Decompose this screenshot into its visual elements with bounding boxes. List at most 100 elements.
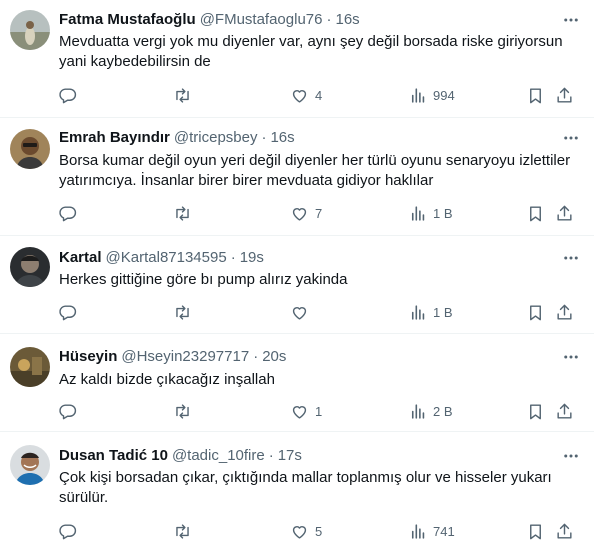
timestamp[interactable]: 20s — [262, 348, 286, 365]
reply-icon — [59, 205, 77, 221]
bookmark-button[interactable] — [526, 516, 545, 546]
views-button[interactable]: 994 — [408, 80, 455, 110]
view-count: 1 B — [433, 205, 453, 221]
bookmark-button[interactable] — [526, 198, 545, 228]
avatar[interactable] — [10, 129, 50, 169]
reply-button[interactable] — [58, 297, 77, 327]
views-icon — [411, 523, 425, 539]
retweet-button[interactable] — [173, 198, 192, 228]
tweet-actions: 1 B — [52, 297, 587, 327]
tweet[interactable]: Emrah Bayındır @tricepsbey · 16s Borsa k… — [0, 119, 594, 236]
tweet-actions: 7 1 B — [52, 198, 587, 228]
like-button[interactable]: 7 — [290, 198, 322, 228]
like-count: 7 — [315, 205, 323, 221]
retweet-button[interactable] — [173, 396, 192, 426]
heart-icon — [292, 89, 307, 103]
share-button[interactable] — [555, 80, 574, 110]
views-button[interactable]: 1 B — [408, 198, 453, 228]
retweet-button[interactable] — [173, 297, 192, 327]
heart-icon — [292, 525, 307, 539]
display-name[interactable]: Fatma Mustafaoğlu — [59, 11, 196, 28]
more-icon[interactable] — [562, 249, 580, 267]
views-icon — [411, 304, 425, 320]
retweet-icon — [176, 523, 189, 539]
like-button[interactable]: 5 — [290, 516, 322, 546]
avatar[interactable] — [10, 347, 50, 387]
more-icon[interactable] — [562, 348, 580, 366]
views-button[interactable]: 2 B — [408, 396, 453, 426]
user-handle[interactable]: @tricepsbey — [174, 129, 258, 146]
tweet-actions: 5 741 — [52, 516, 587, 546]
share-icon — [557, 403, 572, 419]
bookmark-button[interactable] — [526, 396, 545, 426]
bookmark-icon — [530, 205, 541, 221]
more-icon[interactable] — [562, 11, 580, 29]
tweet-actions: 1 2 B — [52, 396, 587, 426]
avatar[interactable] — [10, 247, 50, 287]
reply-button[interactable] — [58, 80, 77, 110]
avatar[interactable] — [10, 445, 50, 485]
retweet-button[interactable] — [173, 80, 192, 110]
share-button[interactable] — [555, 516, 574, 546]
share-button[interactable] — [555, 396, 574, 426]
user-handle[interactable]: @tadic_10fire — [172, 447, 265, 464]
tweet-feed: Fatma Mustafaoğlu @FMustafaoglu76 · 16s … — [0, 0, 607, 546]
like-count: 4 — [315, 87, 323, 103]
reply-icon — [59, 523, 77, 539]
tweet[interactable]: Hüseyin @Hseyin23297717 · 20s Az kaldı b… — [0, 335, 594, 432]
tweet[interactable]: Dusan Tadić 10 @tadic_10fire · 17s Çok k… — [0, 433, 594, 546]
tweet-header: Dusan Tadić 10 @tadic_10fire · 17s — [59, 445, 302, 465]
share-icon — [557, 304, 572, 320]
timestamp[interactable]: 17s — [278, 447, 302, 464]
user-handle[interactable]: @Hseyin23297717 — [121, 348, 249, 365]
reply-icon — [59, 87, 77, 103]
more-icon[interactable] — [562, 129, 580, 147]
views-icon — [411, 87, 425, 103]
retweet-button[interactable] — [173, 516, 192, 546]
like-count: 5 — [315, 523, 323, 539]
bookmark-icon — [530, 403, 541, 419]
tweet[interactable]: Fatma Mustafaoğlu @FMustafaoglu76 · 16s … — [0, 0, 594, 118]
user-handle[interactable]: @FMustafaoglu76 — [200, 11, 323, 28]
tweet-header: Hüseyin @Hseyin23297717 · 20s — [59, 346, 286, 366]
reply-button[interactable] — [58, 516, 77, 546]
retweet-icon — [176, 87, 189, 103]
views-button[interactable]: 1 B — [408, 297, 453, 327]
avatar[interactable] — [10, 10, 50, 50]
bookmark-icon — [530, 304, 541, 320]
user-handle[interactable]: @Kartal87134595 — [106, 249, 227, 266]
tweet-header: Fatma Mustafaoğlu @FMustafaoglu76 · 16s — [59, 9, 360, 29]
timestamp[interactable]: 16s — [270, 129, 294, 146]
like-button[interactable]: 1 — [290, 396, 322, 426]
separator-dot: · — [253, 347, 259, 365]
bookmark-button[interactable] — [526, 80, 545, 110]
retweet-icon — [176, 205, 189, 221]
share-icon — [557, 87, 572, 103]
like-button[interactable] — [290, 297, 315, 327]
timestamp[interactable]: 19s — [240, 249, 264, 266]
timestamp[interactable]: 16s — [335, 11, 359, 28]
share-button[interactable] — [555, 297, 574, 327]
display-name[interactable]: Kartal — [59, 249, 102, 266]
view-count: 994 — [433, 87, 455, 103]
like-button[interactable]: 4 — [290, 80, 322, 110]
separator-dot: · — [230, 248, 236, 266]
views-button[interactable]: 741 — [408, 516, 455, 546]
reply-button[interactable] — [58, 396, 77, 426]
display-name[interactable]: Hüseyin — [59, 348, 117, 365]
more-icon[interactable] — [562, 447, 580, 465]
bookmark-icon — [530, 87, 541, 103]
view-count: 1 B — [433, 304, 453, 320]
bookmark-button[interactable] — [526, 297, 545, 327]
bookmark-icon — [530, 523, 541, 539]
tweet-text: Mevduatta vergi yok mu diyenler var, ayn… — [59, 33, 563, 70]
display-name[interactable]: Emrah Bayındır — [59, 129, 170, 146]
tweet[interactable]: Kartal @Kartal87134595 · 19s Herkes gitt… — [0, 237, 594, 334]
like-count: 1 — [315, 403, 323, 419]
share-icon — [557, 205, 572, 221]
reply-icon — [59, 304, 77, 320]
tweet-text: Herkes gittiğine göre bı pump alırız yak… — [59, 271, 348, 288]
reply-button[interactable] — [58, 198, 77, 228]
display-name[interactable]: Dusan Tadić 10 — [59, 447, 168, 464]
share-button[interactable] — [555, 198, 574, 228]
